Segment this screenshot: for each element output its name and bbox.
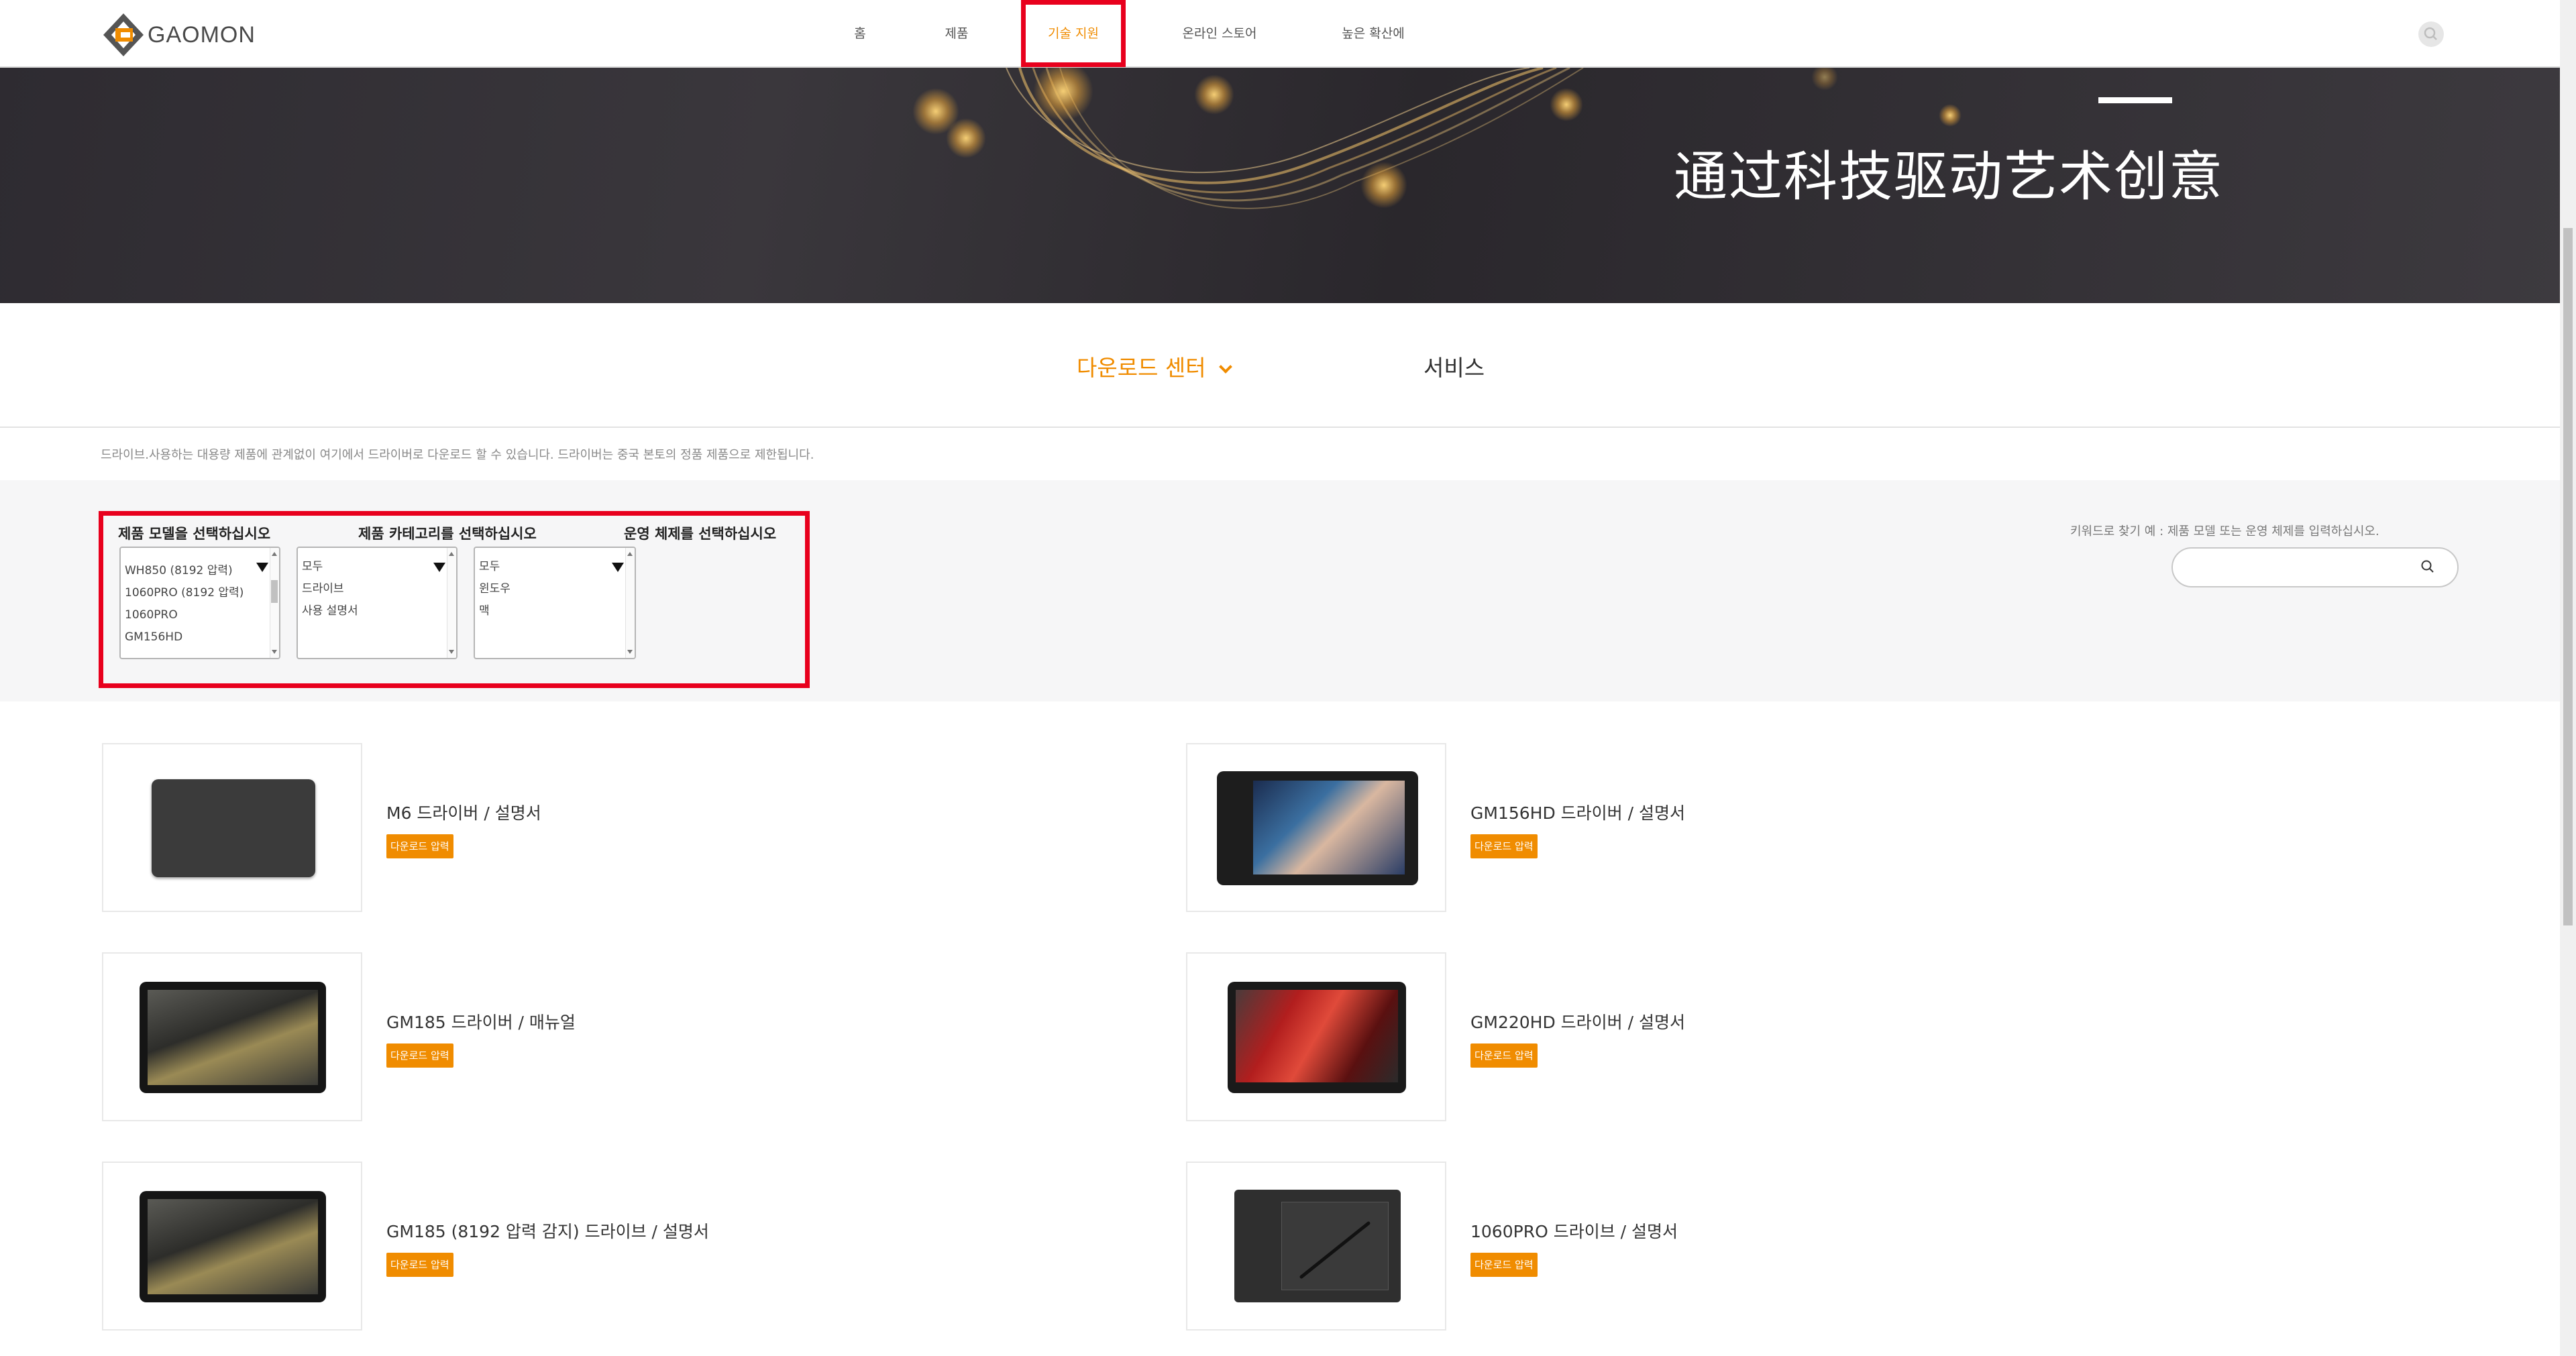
bokeh-light xyxy=(946,118,986,158)
tablet-screen xyxy=(1253,781,1405,874)
product-thumbnail-gm185[interactable] xyxy=(102,952,362,1121)
download-button[interactable]: 다운로드 압력 xyxy=(1470,1253,1538,1277)
download-button[interactable]: 다운로드 압력 xyxy=(386,1253,453,1277)
bokeh-light xyxy=(1811,68,1838,91)
category-filter-label: 제품 카테고리를 선택하십시오 xyxy=(358,526,537,542)
scroll-down-icon[interactable] xyxy=(272,650,277,654)
scroll-down-icon[interactable] xyxy=(627,650,633,654)
model-select-scrollbar[interactable] xyxy=(270,548,279,658)
nav-highlight-box xyxy=(1021,0,1126,67)
stylus-pen-icon xyxy=(1299,1221,1371,1279)
model-filter-label: 제품 모델을 선택하십시오 xyxy=(118,526,271,542)
model-option[interactable]: 1060PRO xyxy=(121,604,279,626)
bokeh-light xyxy=(1194,74,1234,115)
product-thumbnail-1060pro[interactable] xyxy=(1186,1162,1446,1331)
nav-high-diffusion[interactable]: 높은 확산에 xyxy=(1330,0,1417,67)
bokeh-light xyxy=(1939,104,1962,127)
model-select[interactable]: WH850 (8192 압력) 1060PRO (8192 압력) 1060PR… xyxy=(119,547,280,659)
os-filter-label: 운영 체제를 선택하십시오 xyxy=(624,526,777,542)
product-thumbnail-gm156hd[interactable] xyxy=(1186,743,1446,912)
download-button[interactable]: 다운로드 압력 xyxy=(386,834,453,858)
os-select-scrollbar[interactable] xyxy=(625,548,635,658)
dropdown-arrow-icon[interactable] xyxy=(256,563,268,572)
download-button[interactable]: 다운로드 압력 xyxy=(386,1043,453,1068)
dropdown-arrow-icon[interactable] xyxy=(433,563,445,572)
dropdown-arrow-icon[interactable] xyxy=(612,563,624,572)
page-scroll-thumb[interactable] xyxy=(2563,228,2573,925)
keyword-search-label: 키워드로 찾기 예 : 제품 모델 또는 운영 체제를 입력하십시오. xyxy=(2070,524,2379,539)
download-button[interactable]: 다운로드 압력 xyxy=(1470,1043,1538,1068)
tab-download-center-label: 다운로드 센터 xyxy=(1077,355,1206,381)
category-option[interactable]: 모두 xyxy=(298,556,456,578)
main-nav: 홈 제품 기술 지원 온라인 스토어 높은 확산에 xyxy=(0,0,2560,67)
product-thumbnail-m6[interactable] xyxy=(102,743,362,912)
tab-service[interactable]: 서비스 xyxy=(1424,350,1485,382)
banner-accent-line xyxy=(2098,97,2172,103)
os-select[interactable]: 모두 윈도우 맥 xyxy=(474,547,636,659)
model-option[interactable]: WH850 (8192 압력) xyxy=(121,560,279,582)
product-title[interactable]: M6 드라이버 / 설명서 xyxy=(386,800,541,824)
category-select[interactable]: 모두 드라이브 사용 설명서 xyxy=(297,547,458,659)
search-icon[interactable] xyxy=(2420,559,2435,574)
tablet-image xyxy=(1234,1190,1401,1302)
banner-title: 通过科技驱动艺术创意 xyxy=(1674,146,2224,208)
download-button[interactable]: 다운로드 압력 xyxy=(1470,834,1538,858)
tablet-screen xyxy=(1236,990,1398,1082)
tablet-screen xyxy=(148,1199,318,1294)
os-option[interactable]: 윈도우 xyxy=(475,578,635,600)
display-tablet-image xyxy=(1217,771,1418,885)
scroll-up-icon[interactable] xyxy=(449,552,454,556)
product-title[interactable]: GM185 드라이버 / 매뉴얼 xyxy=(386,1009,576,1033)
chevron-down-icon xyxy=(1218,360,1232,374)
category-select-scrollbar[interactable] xyxy=(447,548,456,658)
display-tablet-image xyxy=(140,982,326,1093)
tablet-screen xyxy=(148,990,318,1085)
site-header: GAOMON 홈 제품 기술 지원 온라인 스토어 높은 확산에 xyxy=(0,0,2560,68)
scroll-up-icon[interactable] xyxy=(627,552,633,556)
scroll-down-icon[interactable] xyxy=(449,650,454,654)
tablet-image xyxy=(152,779,315,877)
product-title[interactable]: GM220HD 드라이버 / 설명서 xyxy=(1470,1009,1685,1033)
product-thumbnail-gm185-8192[interactable] xyxy=(102,1162,362,1331)
display-tablet-image xyxy=(140,1191,326,1302)
product-title[interactable]: GM156HD 드라이버 / 설명서 xyxy=(1470,800,1685,824)
download-notice: 드라이브.사용하는 대용량 제품에 관계없이 여기에서 드라이버로 다운로드 할… xyxy=(101,448,814,462)
os-option[interactable]: 맥 xyxy=(475,600,635,622)
nav-products[interactable]: 제품 xyxy=(936,0,977,67)
support-tabs: 다운로드 센터 서비스 xyxy=(0,303,2560,428)
product-title[interactable]: 1060PRO 드라이브 / 설명서 xyxy=(1470,1219,1678,1243)
nav-home[interactable]: 홈 xyxy=(845,0,875,67)
display-tablet-image xyxy=(1228,982,1406,1093)
nav-online-store[interactable]: 온라인 스토어 xyxy=(1167,0,1272,67)
keyword-search-input[interactable] xyxy=(2171,547,2459,587)
scroll-up-icon[interactable] xyxy=(272,552,277,556)
bokeh-light xyxy=(1360,162,1407,209)
hero-banner: 通过科技驱动艺术创意 xyxy=(0,68,2560,303)
search-icon[interactable] xyxy=(2418,21,2444,47)
bokeh-light xyxy=(1550,88,1583,121)
model-option[interactable]: GM156HD xyxy=(121,626,279,648)
tab-download-center[interactable]: 다운로드 센터 xyxy=(1077,350,1232,382)
category-option[interactable]: 드라이브 xyxy=(298,578,456,600)
os-option[interactable]: 모두 xyxy=(475,556,635,578)
category-option[interactable]: 사용 설명서 xyxy=(298,600,456,622)
model-option[interactable]: 1060PRO (8192 압력) xyxy=(121,582,279,604)
scroll-thumb[interactable] xyxy=(271,580,278,603)
product-thumbnail-gm220hd[interactable] xyxy=(1186,952,1446,1121)
product-title[interactable]: GM185 (8192 압력 감지) 드라이브 / 설명서 xyxy=(386,1219,709,1243)
